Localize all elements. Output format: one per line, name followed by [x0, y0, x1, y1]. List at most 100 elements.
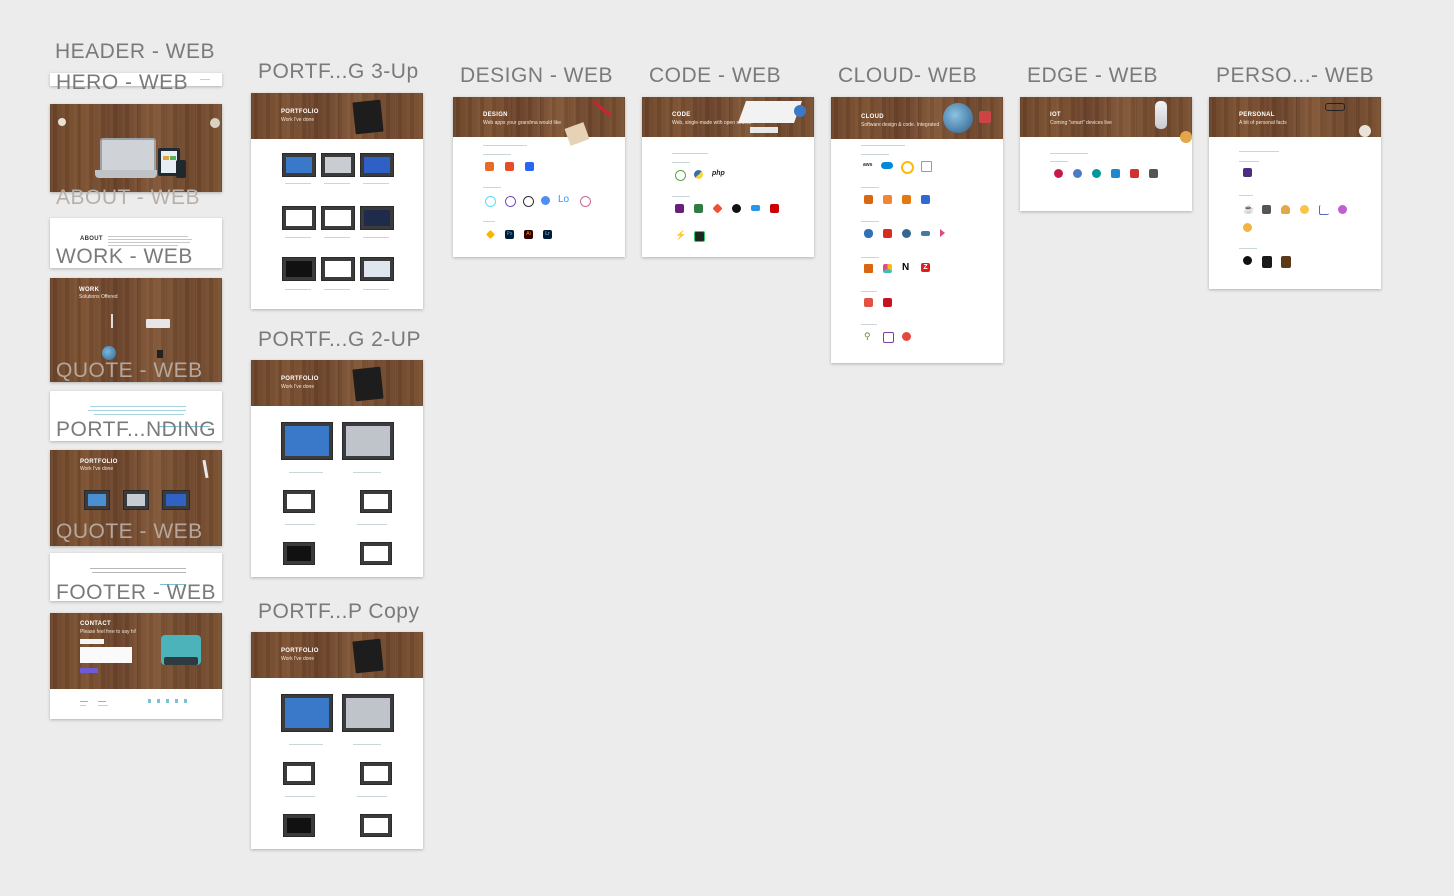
- portfolio-landing-subtitle: Work I've done: [80, 466, 114, 472]
- personal-title: PERSONAL: [1239, 112, 1275, 118]
- azure-icon: [881, 162, 893, 169]
- chip-icon: [1111, 169, 1120, 178]
- mug-image: [58, 118, 66, 126]
- storage-icon: [883, 298, 892, 307]
- cluster-icon: [1073, 169, 1082, 178]
- section-heading-line: [861, 257, 879, 258]
- design-subtitle: Web apps your grandma would like: [483, 120, 562, 126]
- glasses-image: [1325, 103, 1345, 111]
- artboard-label-portf-nding[interactable]: PORTF...NDING: [56, 419, 216, 440]
- footer-link-line: [98, 705, 108, 706]
- portfolio-landing-title: PORTFOLIO: [80, 459, 118, 465]
- cloud-artboard[interactable]: CLOUD Software design & code. Integrated…: [831, 97, 1003, 363]
- section-heading-line: [483, 221, 495, 222]
- emoji-icon: [1300, 205, 1309, 214]
- artboard-label-portf-copy[interactable]: PORTF...P Copy: [258, 601, 419, 622]
- edge-artboard[interactable]: IOT Coming "smart" devices live: [1020, 97, 1192, 211]
- portfolio-thumb[interactable]: [282, 153, 316, 177]
- portfolio-thumb[interactable]: [360, 814, 392, 837]
- artboard-label-footer[interactable]: FOOTER - WEB: [56, 582, 216, 603]
- contact-send-button[interactable]: [80, 668, 98, 673]
- globe-icon: [943, 103, 973, 133]
- portfolio-thumb[interactable]: [360, 762, 392, 785]
- portfolio-thumb[interactable]: [360, 257, 394, 281]
- portfolio-thumb[interactable]: [283, 762, 315, 785]
- arduino-icon: [1092, 169, 1101, 178]
- section-heading-line: [483, 145, 527, 146]
- css3-icon: [525, 162, 534, 171]
- artboard-label-quote-1[interactable]: QUOTE - WEB: [56, 360, 203, 381]
- portfolio-thumb[interactable]: [321, 206, 355, 230]
- unicorn-icon: [1338, 205, 1347, 214]
- artboard-label-hero[interactable]: HERO - WEB: [56, 72, 188, 93]
- quote-text-line: [88, 410, 186, 411]
- portfolio-copy-title: PORTFOLIO: [281, 648, 319, 654]
- keyboard-image: [750, 127, 778, 133]
- ball-image: [1180, 131, 1192, 143]
- html5-icon: [485, 162, 494, 171]
- artboard-label-cloud[interactable]: CLOUD- WEB: [838, 65, 977, 86]
- portfolio-thumb[interactable]: [342, 694, 394, 732]
- portfolio-thumb[interactable]: [321, 257, 355, 281]
- portfolio-thumb[interactable]: [283, 490, 315, 513]
- artboard-label-header[interactable]: HEADER - WEB: [55, 41, 215, 62]
- portfolio-thumb[interactable]: [342, 422, 394, 460]
- plant-image: [210, 118, 220, 128]
- typewriter-keys: [164, 657, 198, 665]
- portfolio-thumb[interactable]: [360, 490, 392, 513]
- portfolio-thumb[interactable]: [283, 542, 315, 565]
- artboard-label-portf-2up[interactable]: PORTF...G 2-UP: [258, 329, 421, 350]
- portfolio-thumb[interactable]: [360, 542, 392, 565]
- contact-message-field[interactable]: [80, 647, 132, 663]
- hero-artboard[interactable]: [50, 104, 222, 192]
- person-icon: [1281, 205, 1290, 214]
- artboard-label-quote-2[interactable]: QUOTE - WEB: [56, 521, 203, 542]
- portfolio-thumb[interactable]: [283, 814, 315, 837]
- portfolio-copy-artboard[interactable]: PORTFOLIO Work I've done: [251, 632, 423, 849]
- illustrator-icon: Ai: [524, 230, 533, 239]
- portfolio-thumb[interactable]: [123, 490, 149, 510]
- portfolio-thumb[interactable]: [282, 206, 316, 230]
- caption-line: [353, 744, 381, 745]
- artboard-label-design[interactable]: DESIGN - WEB: [460, 65, 613, 86]
- caption-line: [357, 796, 387, 797]
- artboard-label-edge[interactable]: EDGE - WEB: [1027, 65, 1158, 86]
- caption-line: [285, 524, 315, 525]
- artboard-label-code[interactable]: CODE - WEB: [649, 65, 781, 86]
- artboard-label-about[interactable]: ABOUT - WEB: [56, 187, 200, 208]
- portfolio-thumb[interactable]: [321, 153, 355, 177]
- section-heading-line: [861, 324, 877, 325]
- portfolio-2up-artboard[interactable]: PORTFOLIO Work I've done: [251, 360, 423, 577]
- portfolio-thumb[interactable]: [360, 206, 394, 230]
- artboard-label-personal[interactable]: PERSO...- WEB: [1216, 65, 1374, 86]
- design-artboard[interactable]: DESIGN Web apps your grandma would like …: [453, 97, 625, 257]
- code-artboard[interactable]: CODE Web, single-made with open source p…: [642, 97, 814, 257]
- section-heading-line: [483, 154, 511, 155]
- z-icon: Z: [921, 263, 930, 272]
- portfolio-thumb[interactable]: [282, 257, 316, 281]
- work-item-keyboard: [146, 319, 170, 328]
- php-icon: php: [712, 170, 725, 177]
- portfolio-3up-artboard[interactable]: PORTFOLIO Work I've done: [251, 93, 423, 309]
- artboard-label-work[interactable]: WORK - WEB: [56, 246, 193, 267]
- portfolio-thumb[interactable]: [360, 153, 394, 177]
- app-icon: [1130, 169, 1139, 178]
- sketch-icon: [486, 230, 495, 239]
- compute-cluster-icon: [921, 195, 930, 204]
- portfolio-thumb[interactable]: [162, 490, 190, 510]
- hands-icon: [1243, 223, 1252, 232]
- portfolio-thumb[interactable]: [84, 490, 110, 510]
- code-title: CODE: [672, 112, 691, 118]
- react-icon: [485, 196, 496, 207]
- container-icon: [902, 195, 911, 204]
- personal-artboard[interactable]: PERSONAL A bit of personal facts ☕: [1209, 97, 1381, 289]
- footer-artboard[interactable]: CONTACT Please feel free to say hi!: [50, 613, 222, 719]
- portfolio-thumb[interactable]: [281, 694, 333, 732]
- about-text-line: [108, 242, 190, 243]
- contact-name-field[interactable]: [80, 639, 104, 644]
- portfolio-thumb[interactable]: [281, 422, 333, 460]
- book-cover-icon: [1262, 256, 1272, 268]
- artboard-label-portf-3up[interactable]: PORTF...G 3-Up: [258, 61, 419, 82]
- coffee-image: [1359, 125, 1371, 137]
- portfolio-2up-wood: [251, 360, 423, 406]
